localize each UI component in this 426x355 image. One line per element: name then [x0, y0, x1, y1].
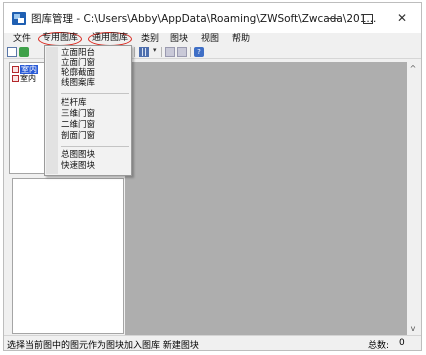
menu-separator — [61, 146, 129, 147]
menu-bar: 文件 专用图库 通用图库 类别 图块 视图 帮助 — [4, 32, 421, 46]
tree-item-label: 室内 — [20, 65, 38, 74]
menu-file[interactable]: 文件 — [13, 33, 31, 45]
help-icon[interactable]: ? — [194, 47, 204, 57]
folder-icon — [12, 66, 19, 73]
menu-special-library[interactable]: 专用图库 — [38, 32, 83, 46]
status-bar: 选择当前图中的图元作为图块加入图库 新建图块 总数: 0 — [4, 335, 421, 351]
menu-item-line-pattern-library[interactable]: 线图案库 — [61, 78, 95, 88]
scroll-up-icon[interactable]: ^ — [407, 62, 419, 75]
menu-item-quick-blocks[interactable]: 快速图块 — [61, 161, 95, 171]
view-dropdown-arrow-icon[interactable]: ▾ — [153, 46, 157, 54]
open-library-icon[interactable] — [19, 47, 29, 57]
menu-item-railing-library[interactable]: 栏杆库 — [61, 98, 87, 108]
maximize-button[interactable] — [351, 3, 385, 33]
new-library-icon[interactable] — [7, 47, 17, 57]
menu-item-facade-balcony[interactable]: 立面阳台 — [61, 48, 95, 58]
tree-item[interactable]: 室内 — [12, 65, 38, 74]
toolbar-separator — [190, 47, 191, 57]
cut-icon[interactable] — [165, 47, 175, 57]
toolbar-separator — [161, 47, 162, 57]
app-window: 图库管理 - C:\Users\Abby\AppData\Roaming\ZWS… — [3, 2, 422, 351]
preview-panel — [12, 178, 124, 334]
total-count-label: 总数: — [368, 341, 390, 351]
menu-view[interactable]: 视图 — [201, 33, 219, 45]
menu-item-3d-door-window[interactable]: 三维门窗 — [61, 109, 95, 119]
vertical-scrollbar[interactable]: ^ v — [407, 62, 419, 335]
tree-item-label: 室内 — [20, 74, 36, 83]
view-grid-icon[interactable] — [139, 47, 149, 57]
status-message: 选择当前图中的图元作为图块加入图库 新建图块 — [7, 341, 199, 351]
menu-block[interactable]: 图块 — [170, 33, 188, 45]
tree-item[interactable]: 室内 — [12, 74, 36, 83]
menu-item-2d-door-window[interactable]: 二维门窗 — [61, 120, 95, 130]
special-library-dropdown: 立面阳台 立面门窗 轮廓截面 线图案库 栏杆库 三维门窗 二维门窗 剖面门窗 总… — [44, 45, 132, 176]
minimize-button[interactable]: — — [317, 3, 351, 33]
folder-icon — [12, 75, 19, 82]
block-list-area[interactable] — [125, 62, 407, 335]
menu-item-profile-section[interactable]: 轮廓截面 — [61, 68, 95, 78]
menu-item-facade-door-window[interactable]: 立面门窗 — [61, 58, 95, 68]
delete-icon[interactable] — [177, 47, 187, 57]
toolbar-separator — [134, 47, 135, 57]
title-bar[interactable]: 图库管理 - C:\Users\Abby\AppData\Roaming\ZWS… — [4, 3, 421, 33]
close-button[interactable]: ✕ — [385, 3, 419, 33]
maximize-icon — [363, 13, 373, 24]
menu-separator — [61, 93, 129, 94]
menu-common-library[interactable]: 通用图库 — [88, 32, 133, 46]
total-count-value: 0 — [399, 338, 405, 348]
menu-item-section-door-window[interactable]: 剖面门窗 — [61, 131, 95, 141]
app-icon — [12, 12, 26, 25]
menu-category[interactable]: 类别 — [141, 33, 159, 45]
menu-item-site-plan-blocks[interactable]: 总图图块 — [61, 150, 95, 160]
menu-icon-strip — [46, 47, 58, 174]
menu-help[interactable]: 帮助 — [232, 33, 250, 45]
scroll-down-icon[interactable]: v — [407, 322, 419, 335]
